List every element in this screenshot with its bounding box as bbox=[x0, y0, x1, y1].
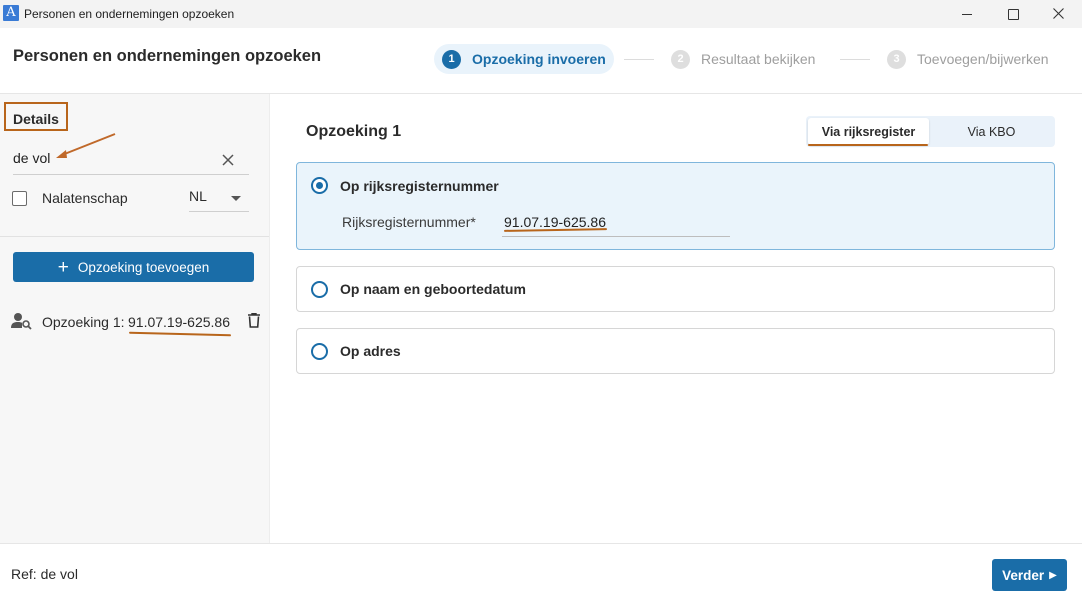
step-opzoeking-invoeren: 1 Opzoeking invoeren bbox=[434, 44, 614, 74]
sidebar: Details Nalatenschap NL + Opzoeking toev… bbox=[0, 94, 270, 543]
footer: Ref: de vol Verder ▶ bbox=[0, 543, 1082, 605]
step-number: 2 bbox=[671, 49, 690, 69]
trash-icon[interactable] bbox=[248, 313, 260, 328]
step-label: Resultaat bekijken bbox=[701, 51, 816, 67]
nalatenschap-label: Nalatenschap bbox=[42, 190, 128, 206]
close-icon bbox=[1053, 8, 1064, 19]
add-search-button[interactable]: + Opzoeking toevoegen bbox=[13, 252, 254, 282]
clear-icon[interactable] bbox=[222, 154, 234, 166]
chevron-down-icon bbox=[231, 196, 241, 201]
step-connector bbox=[840, 59, 870, 60]
step-number: 1 bbox=[442, 49, 461, 69]
radio-naam-geboortedatum[interactable] bbox=[311, 281, 328, 298]
step-number: 3 bbox=[887, 49, 906, 69]
page-title: Personen en ondernemingen opzoeken bbox=[13, 47, 322, 65]
section-title: Opzoeking 1 bbox=[306, 123, 402, 140]
annotation-underline bbox=[808, 144, 928, 146]
search-item-label: Opzoeking 1: bbox=[42, 314, 125, 330]
step-connector bbox=[624, 59, 654, 60]
rijksregister-label: Rijksregisternummer* bbox=[342, 214, 476, 230]
close-window-button[interactable] bbox=[1036, 0, 1082, 28]
annotation-arrow bbox=[56, 133, 116, 158]
add-search-label: Opzoeking toevoegen bbox=[77, 259, 210, 275]
window-title: Personen en ondernemingen opzoeken bbox=[24, 7, 235, 21]
reference-text: Ref: de vol bbox=[11, 566, 78, 582]
play-arrow-icon: ▶ bbox=[1049, 569, 1057, 581]
next-label: Verder bbox=[1002, 567, 1045, 583]
window-titlebar: A Personen en ondernemingen opzoeken bbox=[0, 0, 1082, 28]
next-button[interactable]: Verder ▶ bbox=[992, 559, 1067, 591]
plus-icon: + bbox=[57, 256, 69, 278]
language-select[interactable]: NL bbox=[189, 182, 249, 212]
step-label: Opzoeking invoeren bbox=[472, 51, 606, 67]
nalatenschap-checkbox[interactable] bbox=[12, 191, 27, 206]
page-header: Personen en ondernemingen opzoeken 1 Opz… bbox=[0, 28, 1082, 94]
rijksregister-input[interactable]: 91.07.19-625.86 bbox=[502, 207, 730, 237]
search-item-value: 91.07.19-625.86 bbox=[128, 314, 230, 330]
option-naam-geboortedatum[interactable]: Op naam en geboortedatum bbox=[296, 266, 1055, 312]
option-rijksregisternummer[interactable]: Op rijksregisternummer Rijksregisternumm… bbox=[296, 162, 1055, 250]
sidebar-divider bbox=[0, 236, 269, 237]
step-label: Toevoegen/bijwerken bbox=[917, 51, 1049, 67]
language-value: NL bbox=[189, 188, 207, 204]
tab-via-rijksregister[interactable]: Via rijksregister bbox=[808, 118, 929, 145]
source-tabs: Via rijksregister Via KBO bbox=[806, 116, 1055, 147]
radio-adres[interactable] bbox=[311, 343, 328, 360]
step-resultaat-bekijken: 2 Resultaat bekijken bbox=[671, 44, 815, 74]
minimize-button[interactable] bbox=[944, 0, 990, 28]
person-search-icon bbox=[11, 313, 32, 330]
option-adres[interactable]: Op adres bbox=[296, 328, 1055, 374]
maximize-button[interactable] bbox=[990, 0, 1036, 28]
details-heading: Details bbox=[13, 111, 59, 127]
option-label: Op adres bbox=[340, 343, 401, 359]
radio-rijksregisternummer[interactable] bbox=[311, 177, 328, 194]
app-icon: A bbox=[3, 5, 19, 21]
tab-via-kbo[interactable]: Via KBO bbox=[930, 118, 1053, 145]
reference-field bbox=[13, 144, 249, 175]
option-label: Op naam en geboortedatum bbox=[340, 281, 526, 297]
option-label: Op rijksregisternummer bbox=[340, 178, 499, 194]
step-toevoegen-bijwerken: 3 Toevoegen/bijwerken bbox=[887, 44, 1049, 74]
